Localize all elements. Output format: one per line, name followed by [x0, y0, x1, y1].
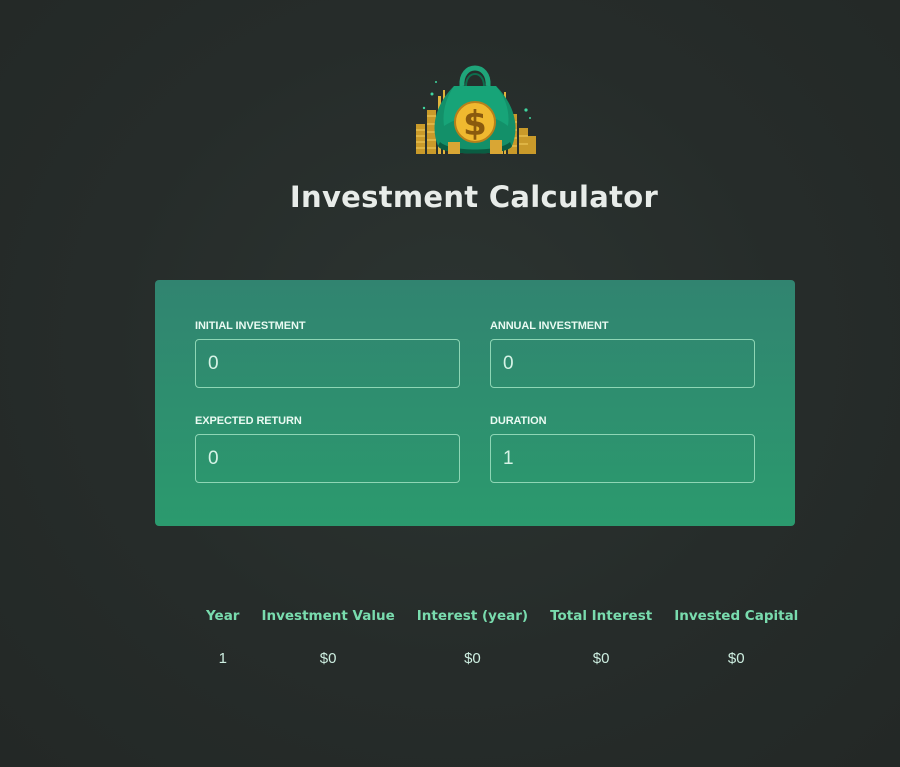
- table-row: 1 $0 $0 $0 $0: [195, 634, 809, 682]
- column-header-interest-year: Interest (year): [416, 608, 529, 624]
- annual-investment-input[interactable]: [490, 339, 755, 388]
- column-header-investment-value: Investment Value: [261, 608, 395, 624]
- duration-input[interactable]: [490, 434, 755, 483]
- annual-investment-group: Annual Investment: [490, 320, 755, 388]
- column-header-year: Year: [206, 608, 240, 624]
- initial-investment-group: Initial Investment: [195, 320, 460, 388]
- duration-label: Duration: [490, 415, 547, 427]
- expected-return-input[interactable]: [195, 434, 460, 483]
- user-input-form: Initial Investment Annual Investment Exp…: [155, 280, 795, 526]
- cell-year: 1: [218, 649, 227, 667]
- svg-text:$: $: [463, 104, 487, 144]
- cell-total-interest: $0: [592, 649, 610, 667]
- money-bag-dollar-icon: $: [416, 65, 536, 154]
- cell-interest-year: $0: [464, 649, 481, 667]
- cell-invested-capital: $0: [727, 649, 745, 667]
- annual-investment-label: Annual Investment: [490, 320, 609, 332]
- column-header-total-interest: Total Interest: [550, 608, 653, 624]
- expected-return-label: Expected Return: [195, 415, 302, 427]
- page-title: Investment Calculator: [289, 180, 659, 214]
- results-table: Year Investment Value Interest (year) To…: [195, 598, 809, 682]
- column-header-invested-capital: Invested Capital: [674, 608, 799, 624]
- initial-investment-label: Initial Investment: [195, 320, 306, 332]
- results-header-row: Year Investment Value Interest (year) To…: [195, 598, 809, 634]
- expected-return-group: Expected Return: [195, 415, 460, 483]
- cell-investment-value: $0: [319, 649, 337, 667]
- duration-group: Duration: [490, 415, 755, 483]
- initial-investment-input[interactable]: [195, 339, 460, 388]
